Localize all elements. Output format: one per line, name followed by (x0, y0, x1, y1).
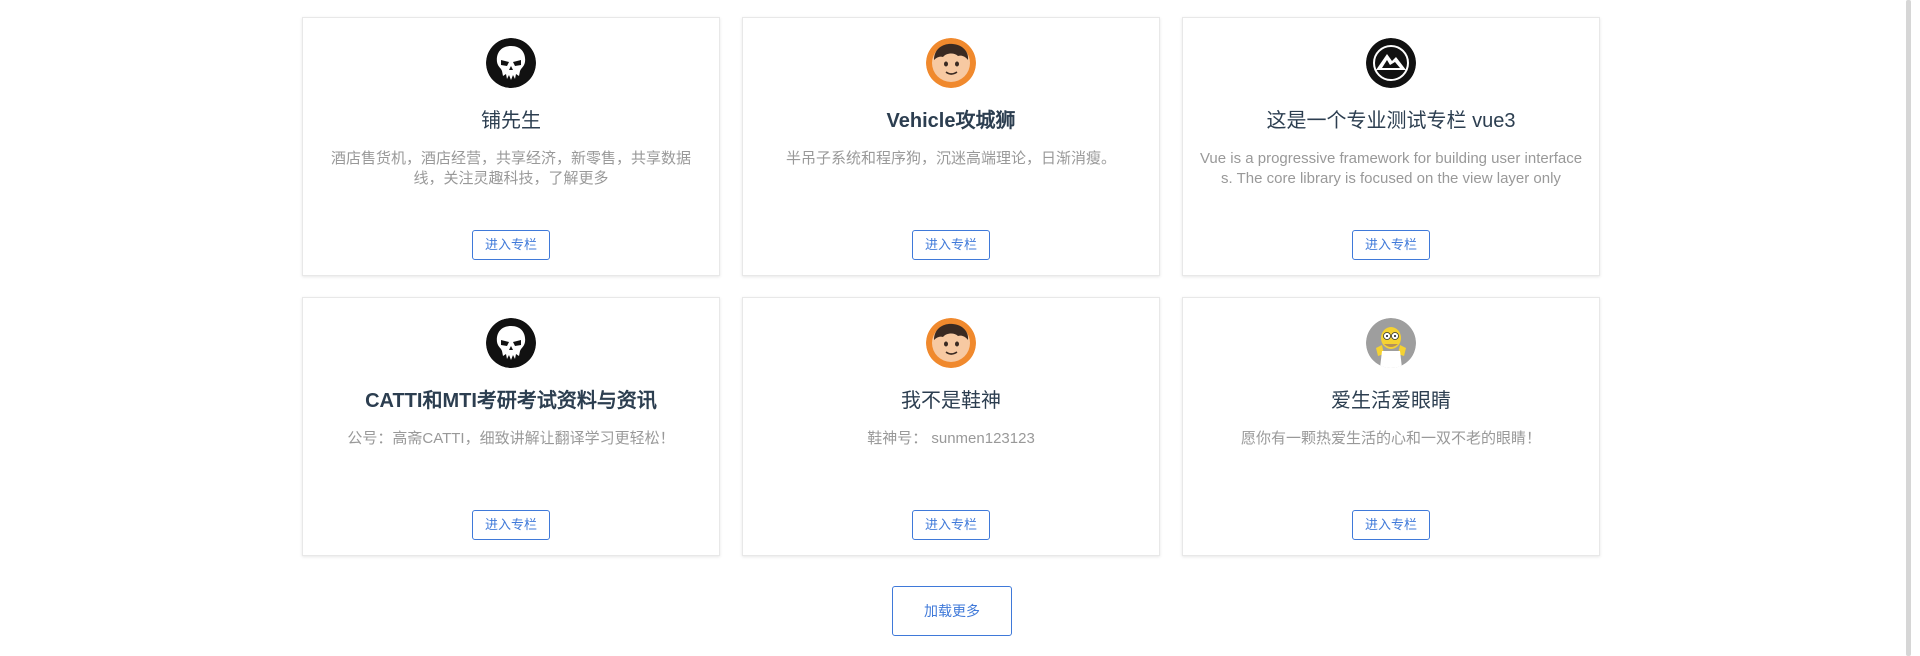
column-description: 公号：高斋CATTI，细致讲解让翻译学习更轻松！ (347, 430, 675, 447)
column-title[interactable]: 这是一个专业测试专栏 vue3 (1183, 108, 1599, 134)
column-title[interactable]: CATTI和MTI考研考试资料与资讯 (303, 388, 719, 414)
column-description: 鞋神号： sunmen123123 (867, 430, 1035, 447)
enter-column-button[interactable]: 进入专栏 (912, 230, 990, 260)
column-description: 愿你有一颗热爱生活的心和一双不老的眼睛！ (1240, 430, 1541, 447)
mountain-logo-icon (1366, 38, 1416, 88)
column-title[interactable]: Vehicle攻城狮 (743, 108, 1159, 134)
column-card: 铺先生 酒店售货机，酒店经营，共享经济，新零售，共享数据线，关注灵趣科技，了解更… (302, 17, 720, 276)
column-card: CATTI和MTI考研考试资料与资讯 公号：高斋CATTI，细致讲解让翻译学习更… (302, 297, 720, 556)
cartoon-boy-avatar-icon (926, 318, 976, 368)
punisher-skull-icon (486, 318, 536, 368)
column-card: 我不是鞋神 鞋神号： sunmen123123 进入专栏 (742, 297, 1160, 556)
enter-column-button[interactable]: 进入专栏 (912, 510, 990, 540)
column-grid: 铺先生 酒店售货机，酒店经营，共享经济，新零售，共享数据线，关注灵趣科技，了解更… (302, 17, 1600, 556)
scrollbar-thumb[interactable] (1906, 0, 1911, 656)
column-card: 爱生活爱眼睛 愿你有一颗热爱生活的心和一双不老的眼睛！ 进入专栏 (1182, 297, 1600, 556)
column-description: 半吊子系统和程序狗，沉迷高端理论，日渐消瘦。 (785, 150, 1116, 167)
column-title[interactable]: 爱生活爱眼睛 (1183, 388, 1599, 414)
column-description: Vue is a progressive framework for build… (1199, 150, 1583, 187)
column-description: 酒店售货机，酒店经营，共享经济，新零售，共享数据线，关注灵趣科技，了解更多 (330, 150, 691, 187)
column-title[interactable]: 我不是鞋神 (743, 388, 1159, 414)
column-card: Vehicle攻城狮 半吊子系统和程序狗，沉迷高端理论，日渐消瘦。 进入专栏 (742, 17, 1160, 276)
homer-simpson-avatar-icon (1366, 318, 1416, 368)
enter-column-button[interactable]: 进入专栏 (1352, 230, 1430, 260)
punisher-skull-icon (486, 38, 536, 88)
column-title[interactable]: 铺先生 (303, 108, 719, 134)
load-more-button[interactable]: 加载更多 (892, 586, 1012, 636)
enter-column-button[interactable]: 进入专栏 (472, 510, 550, 540)
column-list-page: 铺先生 酒店售货机，酒店经营，共享经济，新零售，共享数据线，关注灵趣科技，了解更… (0, 0, 1920, 656)
cartoon-boy-avatar-icon (926, 38, 976, 88)
enter-column-button[interactable]: 进入专栏 (472, 230, 550, 260)
enter-column-button[interactable]: 进入专栏 (1352, 510, 1430, 540)
column-card: 这是一个专业测试专栏 vue3 Vue is a progressive fra… (1182, 17, 1600, 276)
